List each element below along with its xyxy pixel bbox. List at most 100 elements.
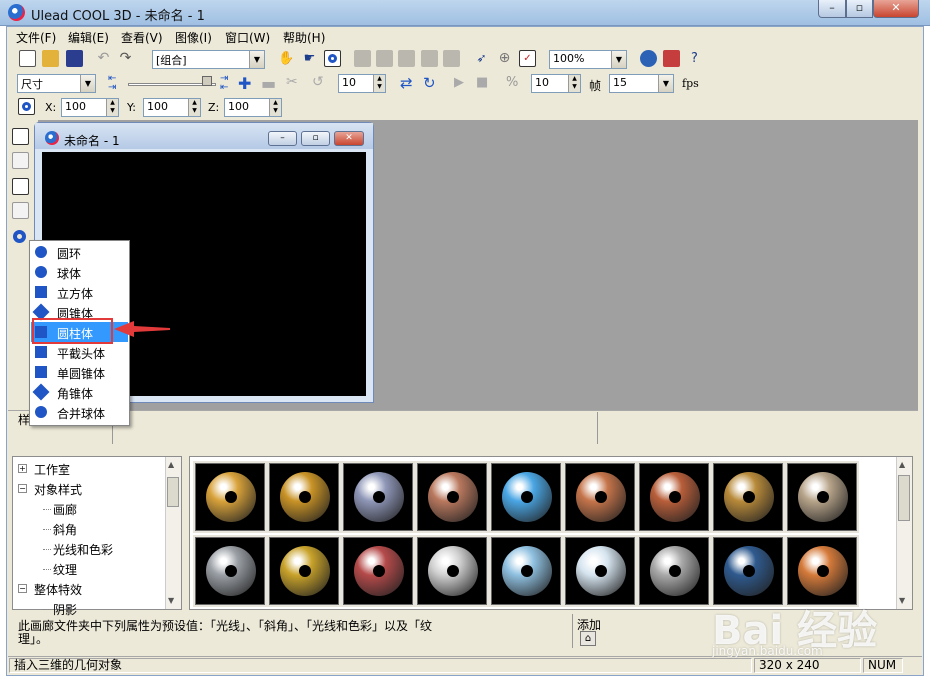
maximize-button[interactable]: ▫: [846, 0, 873, 18]
gallery-thumbnail[interactable]: [489, 535, 563, 607]
align-5-icon[interactable]: [443, 50, 460, 67]
y-input[interactable]: 100 ▲ ▼: [143, 98, 201, 117]
loop-icon[interactable]: ⇄: [400, 74, 413, 92]
tree-item[interactable]: 斜角: [53, 521, 77, 538]
tree-expand-toggle[interactable]: −: [18, 584, 27, 593]
size-select[interactable]: 尺寸 ▼: [17, 74, 96, 93]
gallery-thumbnail[interactable]: [341, 461, 415, 533]
gallery-thumbnail[interactable]: [711, 461, 785, 533]
help-pointer-icon[interactable]: ?: [686, 50, 703, 67]
minimize-button[interactable]: –: [818, 0, 846, 18]
menu-view[interactable]: 查看(V): [121, 29, 163, 46]
tree-expand-toggle[interactable]: +: [18, 464, 27, 473]
pointer-icon[interactable]: ➶: [473, 50, 490, 67]
align-3-icon[interactable]: [398, 50, 415, 67]
close-button[interactable]: ✕: [873, 0, 919, 18]
refresh-icon[interactable]: ↻: [423, 74, 436, 92]
plugin-1-icon[interactable]: [640, 50, 657, 67]
gallery-scroll-thumb[interactable]: [898, 475, 910, 521]
tree-item[interactable]: 画廊: [53, 501, 77, 518]
scroll-up-icon[interactable]: ▲: [899, 460, 905, 469]
align-2-icon[interactable]: [376, 50, 393, 67]
gallery-thumbnail[interactable]: [489, 461, 563, 533]
tree-expand-toggle[interactable]: −: [18, 484, 27, 493]
stop-icon[interactable]: ■: [476, 75, 488, 90]
geometry-item[interactable]: 合并球体: [31, 402, 128, 422]
gallery-thumbnail[interactable]: [637, 535, 711, 607]
gallery-thumbnail[interactable]: [637, 461, 711, 533]
menu-window[interactable]: 窗口(W): [225, 29, 270, 46]
gallery-thumbnail[interactable]: [193, 461, 267, 533]
tree-scroll-thumb[interactable]: [167, 477, 179, 507]
add-to-gallery-button[interactable]: ⌂: [580, 631, 596, 646]
first-frame-icon[interactable]: ⇤ ⇥: [108, 74, 122, 93]
menu-edit[interactable]: 编辑(E): [68, 29, 109, 46]
z-input[interactable]: 100 ▲ ▼: [224, 98, 282, 117]
align-1-icon[interactable]: [354, 50, 371, 67]
add-frame-icon[interactable]: ✚: [238, 74, 251, 93]
position-mode-icon[interactable]: [18, 98, 35, 115]
document-maximize-button[interactable]: ▫: [301, 131, 330, 146]
frame-spin-1[interactable]: 10 ▲ ▼: [338, 74, 386, 93]
play-icon[interactable]: ▶: [454, 75, 464, 90]
last-frame-icon[interactable]: ⇥ ⇤: [220, 74, 234, 93]
cut-frame-icon[interactable]: ✂: [286, 74, 298, 90]
gallery-thumbnail[interactable]: [193, 535, 267, 607]
open-folder-icon[interactable]: [42, 50, 59, 67]
geometry-item[interactable]: 立方体: [31, 282, 128, 302]
globe-icon[interactable]: ⊕: [496, 50, 513, 67]
menu-file[interactable]: 文件(F): [16, 29, 56, 46]
percent-icon[interactable]: %: [506, 75, 518, 90]
rotate-hand-icon[interactable]: ☛: [301, 50, 318, 67]
menu-image[interactable]: 图像(I): [175, 29, 212, 46]
tree-item[interactable]: 纹理: [53, 561, 77, 578]
undo-icon[interactable]: ↶: [95, 50, 112, 67]
redo-icon[interactable]: ↷: [117, 50, 134, 67]
save-icon[interactable]: [66, 50, 83, 67]
frame-spin-2[interactable]: 10 ▲ ▼: [531, 74, 581, 93]
gallery-thumbnail[interactable]: [785, 535, 859, 607]
gallery-thumbnail[interactable]: [563, 535, 637, 607]
remove-frame-icon[interactable]: ▬: [261, 74, 276, 93]
plugin-2-icon[interactable]: [663, 50, 680, 67]
scroll-up-icon[interactable]: ▲: [168, 460, 174, 469]
x-input[interactable]: 100 ▲ ▼: [61, 98, 119, 117]
insert-text-icon[interactable]: [12, 128, 29, 145]
document-close-button[interactable]: ✕: [334, 131, 364, 146]
gallery-thumbnail[interactable]: [415, 461, 489, 533]
tree-item[interactable]: 阴影: [53, 601, 77, 618]
geometry-item[interactable]: 角锥体: [31, 382, 128, 402]
geometry-item[interactable]: 平截头体: [31, 342, 128, 362]
scroll-down-icon[interactable]: ▼: [168, 596, 174, 605]
insert-geometry-icon[interactable]: [12, 228, 29, 245]
gallery-thumbnail[interactable]: [267, 535, 341, 607]
insert-graphic-icon[interactable]: [12, 178, 29, 195]
gallery-thumbnail[interactable]: [415, 535, 489, 607]
gallery-thumbnail[interactable]: [563, 461, 637, 533]
scroll-down-icon[interactable]: ▼: [899, 596, 905, 605]
frame-rate-select[interactable]: 15 ▼: [609, 74, 674, 93]
timeline-slider-thumb[interactable]: [202, 76, 213, 86]
object-group-select[interactable]: [组合] ▼: [152, 50, 265, 69]
new-file-icon[interactable]: [19, 50, 36, 67]
pan-hand-icon[interactable]: ✋: [278, 50, 295, 67]
gallery-thumbnail[interactable]: [341, 535, 415, 607]
tree-item[interactable]: 工作室: [34, 461, 70, 478]
geometry-item[interactable]: 单圆锥体: [31, 362, 128, 382]
edit-graphic-icon[interactable]: [12, 202, 29, 219]
tree-item[interactable]: 对象样式: [34, 481, 82, 498]
edit-text-icon[interactable]: [12, 152, 29, 169]
gallery-scrollbar[interactable]: ▲ ▼: [896, 457, 912, 609]
tree-item[interactable]: 光线和色彩: [53, 541, 113, 558]
gallery-thumbnail[interactable]: [785, 461, 859, 533]
tree-item[interactable]: 整体特效: [34, 581, 82, 598]
align-4-icon[interactable]: [421, 50, 438, 67]
document-minimize-button[interactable]: –: [268, 131, 297, 146]
menu-help[interactable]: 帮助(H): [283, 29, 325, 46]
geometry-item[interactable]: 圆环: [31, 242, 128, 262]
object-icon[interactable]: [324, 50, 341, 67]
geometry-item[interactable]: 球体: [31, 262, 128, 282]
check-icon[interactable]: ✓: [519, 50, 536, 67]
gallery-thumbnail[interactable]: [711, 535, 785, 607]
gallery-thumbnail[interactable]: [267, 461, 341, 533]
